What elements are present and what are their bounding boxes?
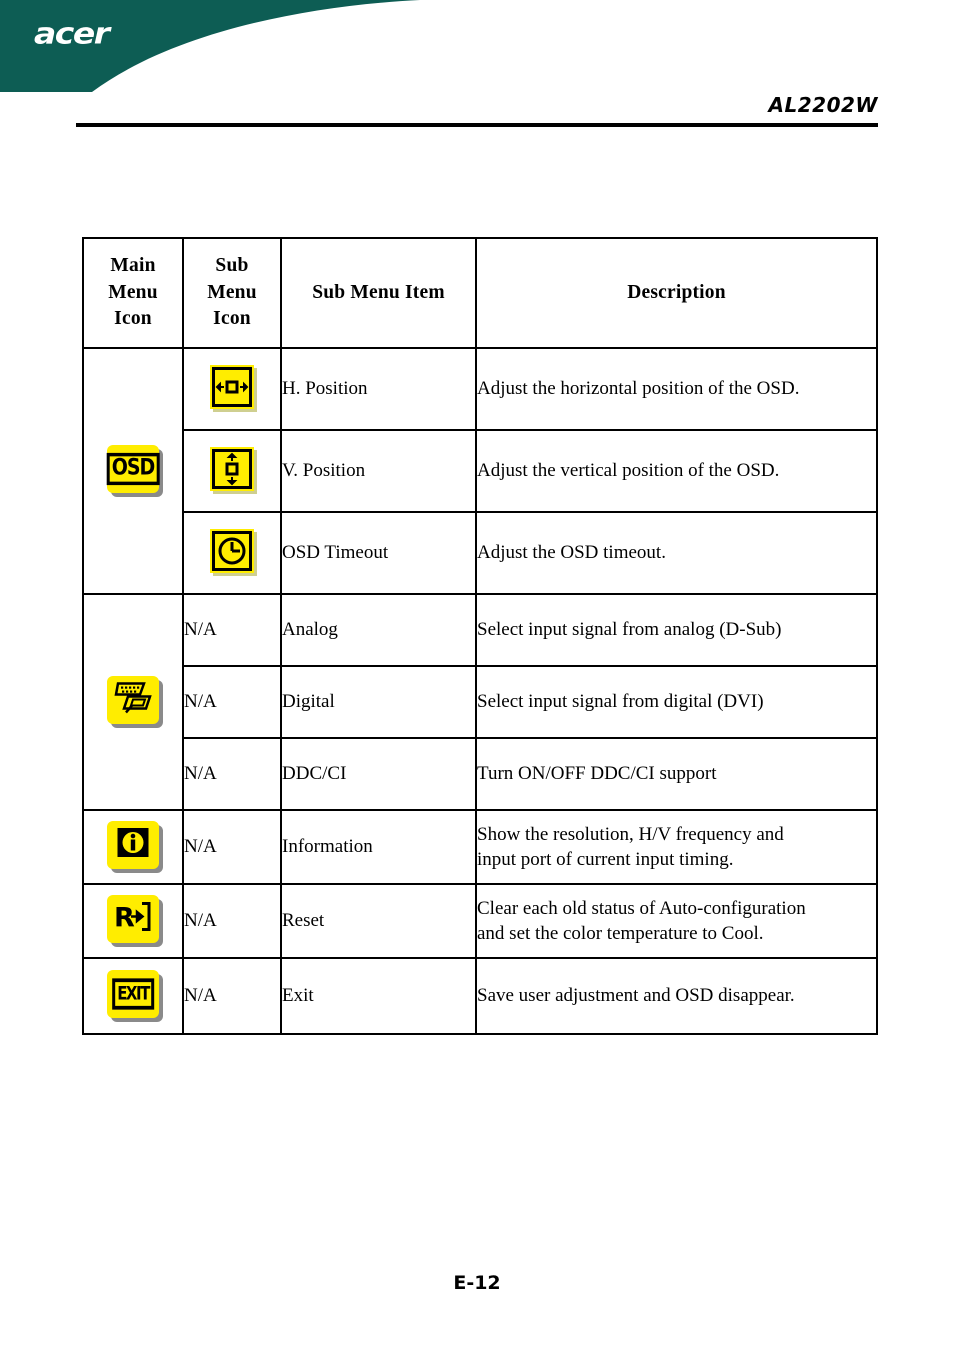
model-name: AL2202W [768, 93, 878, 117]
sub-menu-item: H. Position [280, 347, 477, 431]
table-row: OSD Timeout Adjust the OSD timeout. [83, 511, 878, 595]
sub-menu-item: Analog [280, 593, 477, 667]
table-row: OSD H. Position Adjust the horizontal po… [82, 347, 878, 595]
sub-menu-icon-na: N/A [182, 593, 282, 667]
column-header-description: Description [475, 237, 878, 349]
description-line-1: Clear each old status of Auto-configurat… [477, 897, 806, 919]
information-icon [107, 820, 159, 869]
description: Adjust the vertical position of the OSD. [475, 429, 878, 513]
sub-menu-item: V. Position [280, 429, 477, 513]
clock-icon [210, 528, 254, 573]
input-connector-icon-glyph-box [114, 680, 152, 719]
header-line-2: Menu [207, 281, 257, 303]
sub-menu-icon-cell [182, 511, 282, 595]
main-menu-icon-cell-exit: EXIT [82, 957, 184, 1035]
description-line-2: and set the color temperature to Cool. [477, 923, 764, 944]
sub-menu-icon-na: N/A [182, 883, 282, 959]
main-menu-icon-cell-information [82, 809, 184, 885]
description: Show the resolution, H/V frequency and i… [475, 809, 878, 885]
input-connector-icon [107, 675, 159, 724]
table-row: V. Position Adjust the vertical position… [83, 429, 878, 513]
description-line-2: input port of current input timing. [477, 849, 734, 870]
exit-icon: EXIT [107, 969, 159, 1018]
table-row: N/A Analog Select input signal from anal… [82, 593, 878, 811]
reset-icon-glyph-box: R [114, 900, 152, 937]
sub-menu-icon-cell [182, 429, 282, 513]
table-row: N/A Information Show the resolution, H/V… [82, 809, 878, 885]
table-row: N/A DDC/CI Turn ON/OFF DDC/CI support [83, 737, 878, 811]
osd-icon-glyph-box: OSD [106, 452, 160, 485]
header-line-3: Icon [213, 308, 251, 330]
sub-menu-icon-na: N/A [182, 809, 282, 885]
header-line-3: Icon [114, 308, 152, 330]
osd-icon: OSD [106, 444, 160, 493]
main-menu-icon-cell-osd: OSD [82, 347, 184, 595]
sub-menu-item: DDC/CI [280, 737, 477, 811]
osd-menu-spec-table-container: Main Menu Icon Sub Menu Icon Sub Menu It… [82, 237, 878, 1035]
h-position-icon [210, 364, 254, 409]
sub-menu-icon-cell [182, 347, 282, 431]
table-row: EXIT N/A Exit Save user adjustment and O… [82, 957, 878, 1035]
description: Turn ON/OFF DDC/CI support [475, 737, 878, 811]
page-header: acer AL2202W [0, 0, 954, 140]
page-number: E-12 [453, 1272, 501, 1294]
table-header-row: Main Menu Icon Sub Menu Icon Sub Menu It… [82, 237, 878, 349]
exit-icon-glyph-box: EXIT [112, 977, 154, 1010]
sub-menu-item: Exit [280, 957, 477, 1035]
description: Adjust the horizontal position of the OS… [475, 347, 878, 431]
osd-menu-spec-table: Main Menu Icon Sub Menu Icon Sub Menu It… [82, 237, 878, 1035]
sub-menu-item: Information [280, 809, 477, 885]
header-divider [76, 123, 878, 127]
sub-menu-icon-na: N/A [182, 957, 282, 1035]
page-footer: E-12 [0, 1272, 954, 1294]
acer-logo: acer [34, 16, 110, 51]
description: Save user adjustment and OSD disappear. [475, 957, 878, 1035]
reset-icon: R [107, 894, 159, 943]
sub-menu-icon-na: N/A [182, 665, 282, 739]
description-line-1: Show the resolution, H/V frequency and [477, 823, 784, 845]
v-position-icon [210, 446, 254, 491]
main-menu-icon-cell-reset: R [82, 883, 184, 959]
header-line-1: Sub [215, 254, 249, 276]
column-header-main-menu-icon: Main Menu Icon [82, 237, 184, 349]
exit-icon-label: EXIT [112, 977, 154, 1010]
sub-menu-item: Digital [280, 665, 477, 739]
osd-icon-label: OSD [106, 452, 160, 485]
description: Adjust the OSD timeout. [475, 511, 878, 595]
main-menu-icon-cell-input [82, 593, 184, 811]
column-header-sub-menu-item: Sub Menu Item [280, 237, 477, 349]
description: Clear each old status of Auto-configurat… [475, 883, 878, 959]
table-row: N/A Digital Select input signal from dig… [83, 665, 878, 739]
description: Select input signal from digital (DVI) [475, 665, 878, 739]
sub-menu-item: OSD Timeout [280, 511, 477, 595]
header-line-1: Main [110, 254, 156, 276]
header-line-2: Menu [108, 281, 158, 303]
sub-menu-icon-na: N/A [182, 737, 282, 811]
information-icon-glyph-box [116, 826, 150, 863]
sub-menu-item: Reset [280, 883, 477, 959]
description: Select input signal from analog (D-Sub) [475, 593, 878, 667]
column-header-sub-menu-icon: Sub Menu Icon [182, 237, 282, 349]
table-row: R N/A Reset Clear each old status of Aut… [82, 883, 878, 959]
